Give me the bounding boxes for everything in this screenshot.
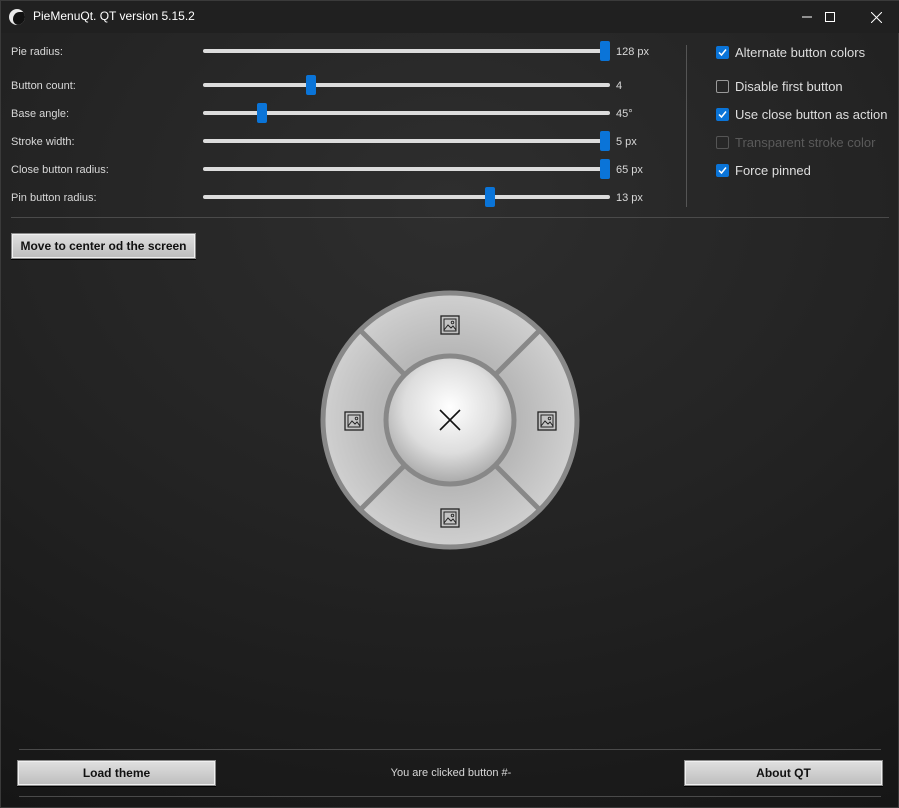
pin-button-radius-value: 13 px xyxy=(616,192,643,204)
checkbox-label: Alternate button colors xyxy=(735,44,866,60)
checkbox-label: Use close button as action xyxy=(735,106,888,122)
pie-radius-value: 128 px xyxy=(616,46,650,58)
about-qt-button[interactable]: About QT xyxy=(684,760,883,786)
footer-divider-top xyxy=(19,749,881,750)
checkbox-label: Transparent stroke color xyxy=(735,134,876,150)
pie-menu xyxy=(320,290,580,550)
close-button-radius-slider[interactable] xyxy=(203,159,610,179)
slider-thumb[interactable] xyxy=(306,75,317,95)
stroke-width-value: 5 px xyxy=(616,136,637,148)
close-button-radius-label: Close button radius: xyxy=(11,164,109,176)
pin-button-radius-label: Pin button radius: xyxy=(11,192,97,204)
stroke-width-slider[interactable] xyxy=(203,131,610,151)
load-theme-button[interactable]: Load theme xyxy=(17,760,216,786)
slider-thumb[interactable] xyxy=(484,187,495,207)
checkbox-box[interactable] xyxy=(716,79,729,93)
button-count-value: 4 xyxy=(616,80,623,92)
close-button-as-action-checkbox[interactable]: Use close button as action xyxy=(716,106,887,122)
slider-thumb[interactable] xyxy=(600,131,610,151)
footer-divider-bottom xyxy=(19,796,881,797)
move-to-center-button[interactable]: Move to center od the screen xyxy=(11,233,196,259)
alternate-colors-checkbox[interactable]: Alternate button colors xyxy=(716,44,865,60)
main-window: PieMenuQt. QT version 5.15.2 Pie radius:… xyxy=(0,0,899,808)
stroke-width-label: Stroke width: xyxy=(11,136,75,148)
base-angle-slider[interactable] xyxy=(203,103,610,123)
checkbox-label: Force pinned xyxy=(735,162,811,178)
base-angle-label: Base angle: xyxy=(11,108,70,120)
slider-thumb[interactable] xyxy=(600,159,610,179)
button-count-slider[interactable] xyxy=(203,75,610,95)
checkbox-checked[interactable] xyxy=(716,163,729,177)
pie-radius-label: Pie radius: xyxy=(11,46,63,58)
checkmark-icon xyxy=(718,110,727,118)
checkmark-icon xyxy=(718,166,727,174)
button-count-label: Button count: xyxy=(11,80,76,92)
checkbox-checked[interactable] xyxy=(716,45,729,59)
pie-radius-slider[interactable] xyxy=(203,41,610,61)
transparent-stroke-checkbox: Transparent stroke color xyxy=(716,134,875,150)
slider-thumb[interactable] xyxy=(600,41,610,61)
checkmark-icon xyxy=(718,48,727,56)
status-text: You are clicked button #- xyxy=(390,767,512,779)
settings-divider xyxy=(11,217,889,218)
force-pinned-checkbox[interactable]: Force pinned xyxy=(716,162,811,178)
pie-close-button[interactable] xyxy=(383,353,517,487)
checkbox-label: Disable first button xyxy=(735,78,843,94)
close-window-button[interactable] xyxy=(853,1,899,33)
pin-button-radius-slider[interactable] xyxy=(203,187,610,207)
disable-first-button-checkbox[interactable]: Disable first button xyxy=(716,78,843,94)
window-title: PieMenuQt. QT version 5.15.2 xyxy=(33,9,195,23)
close-button-radius-value: 65 px xyxy=(616,164,643,176)
maximize-icon xyxy=(825,12,835,22)
slider-thumb[interactable] xyxy=(256,103,267,123)
checkbox-checked[interactable] xyxy=(716,107,729,121)
vertical-divider xyxy=(686,45,687,207)
title-bar[interactable]: PieMenuQt. QT version 5.15.2 xyxy=(1,1,899,33)
app-icon xyxy=(9,9,25,25)
base-angle-value: 45° xyxy=(616,108,633,120)
close-icon xyxy=(870,11,882,23)
maximize-button[interactable] xyxy=(807,1,853,33)
checkbox-box xyxy=(716,135,729,149)
